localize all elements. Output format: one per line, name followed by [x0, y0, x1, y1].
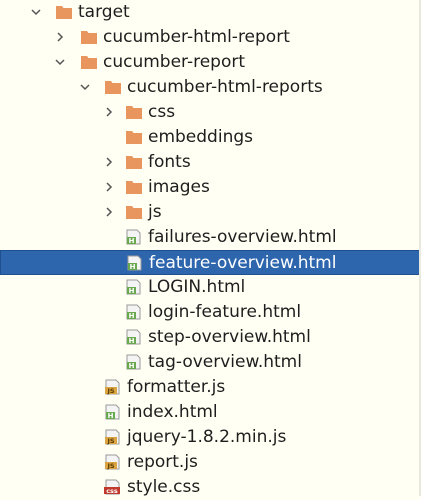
svg-text:H: H	[129, 287, 135, 295]
file-tree-item[interactable]: css style.css	[0, 475, 421, 500]
file-tree-item[interactable]: Htag-overview.html	[0, 350, 421, 375]
svg-text:JS: JS	[106, 462, 114, 470]
folder-tree-item[interactable]: cucumber-html-report	[0, 25, 421, 50]
folder-name-label: cucumber-report	[103, 52, 246, 72]
project-file-tree: target cucumber-html-report cucumber-repor…	[0, 0, 421, 497]
svg-text:H: H	[129, 237, 135, 245]
file-tree-item[interactable]: JS jquery-1.8.2.min.js	[0, 425, 421, 450]
file-tree-item[interactable]: JS formatter.js	[0, 375, 421, 400]
file-name-label: tag-overview.html	[148, 352, 302, 372]
css-file-icon: css	[104, 479, 120, 495]
file-name-label: feature-overview.html	[149, 253, 337, 273]
chevron-right-icon[interactable]	[104, 157, 114, 167]
folder-icon	[126, 106, 142, 119]
file-tree-item[interactable]: H LOGIN.html	[0, 275, 421, 300]
svg-text:H: H	[130, 263, 136, 271]
chevron-right-icon[interactable]	[104, 207, 114, 217]
file-tree-item[interactable]: Hfeature-overview.html	[0, 250, 421, 275]
folder-name-label: images	[148, 177, 210, 197]
svg-text:H: H	[129, 312, 135, 320]
folder-name-label: embeddings	[148, 127, 253, 147]
folder-tree-item[interactable]: cucumber-report	[0, 50, 421, 75]
folder-name-label: js	[148, 202, 162, 222]
chevron-down-icon[interactable]	[55, 57, 65, 67]
folder-icon	[126, 156, 142, 169]
file-tree-item[interactable]: Hlogin-feature.html	[0, 300, 421, 325]
file-tree-item[interactable]: Hindex.html	[0, 400, 421, 425]
folder-icon	[56, 6, 72, 19]
svg-text:css: css	[106, 487, 118, 495]
folder-icon	[126, 181, 142, 194]
chevron-right-icon[interactable]	[104, 107, 114, 117]
folder-icon	[81, 56, 97, 69]
html-file-icon: H	[105, 404, 120, 420]
folder-tree-item[interactable]: embeddings	[0, 125, 421, 150]
chevron-down-icon[interactable]	[31, 7, 41, 17]
folder-icon	[105, 81, 121, 94]
folder-tree-item[interactable]: fonts	[0, 150, 421, 175]
folder-icon	[81, 31, 97, 44]
file-tree-item[interactable]: Hstep-overview.html	[0, 325, 421, 350]
file-name-label: formatter.js	[127, 377, 226, 397]
html-file-icon: H	[126, 354, 141, 370]
html-file-icon: H	[126, 304, 141, 320]
svg-text:H: H	[108, 412, 114, 420]
file-tree-item[interactable]: Hfailures-overview.html	[0, 225, 421, 250]
svg-text:JS: JS	[106, 437, 114, 445]
folder-name-label: css	[148, 102, 176, 122]
file-name-label: step-overview.html	[148, 327, 311, 347]
js-file-icon: JS	[105, 379, 120, 395]
js-file-icon: JS	[105, 454, 120, 470]
file-name-label: login-feature.html	[148, 302, 302, 322]
chevron-right-icon[interactable]	[55, 32, 65, 42]
folder-name-label: cucumber-html-report	[103, 27, 290, 47]
file-tree-item[interactable]: JS report.js	[0, 450, 421, 475]
folder-name-label: target	[78, 2, 130, 22]
html-file-icon: H	[126, 279, 141, 295]
file-name-label: failures-overview.html	[148, 227, 337, 247]
svg-text:H: H	[129, 362, 135, 370]
js-file-icon: JS	[105, 429, 120, 445]
svg-text:JS: JS	[106, 387, 114, 395]
chevron-down-icon[interactable]	[80, 82, 90, 92]
folder-name-label: fonts	[148, 152, 191, 172]
folder-tree-item[interactable]: js	[0, 200, 421, 225]
file-name-label: LOGIN.html	[148, 277, 246, 297]
html-file-icon: H	[126, 229, 141, 245]
file-name-label: report.js	[127, 452, 198, 472]
folder-tree-item[interactable]: target	[0, 0, 421, 25]
folder-icon	[126, 206, 142, 219]
html-file-icon: H	[126, 329, 141, 345]
folder-tree-item[interactable]: images	[0, 175, 421, 200]
file-name-label: jquery-1.8.2.min.js	[127, 427, 287, 447]
folder-icon	[126, 131, 142, 144]
html-file-icon: H	[127, 255, 142, 271]
svg-text:H: H	[129, 337, 135, 345]
folder-tree-item[interactable]: css	[0, 100, 421, 125]
folder-name-label: cucumber-html-reports	[127, 77, 323, 97]
chevron-right-icon[interactable]	[104, 182, 114, 192]
file-name-label: index.html	[127, 402, 218, 422]
folder-tree-item[interactable]: cucumber-html-reports	[0, 75, 421, 100]
file-name-label: style.css	[127, 477, 201, 497]
